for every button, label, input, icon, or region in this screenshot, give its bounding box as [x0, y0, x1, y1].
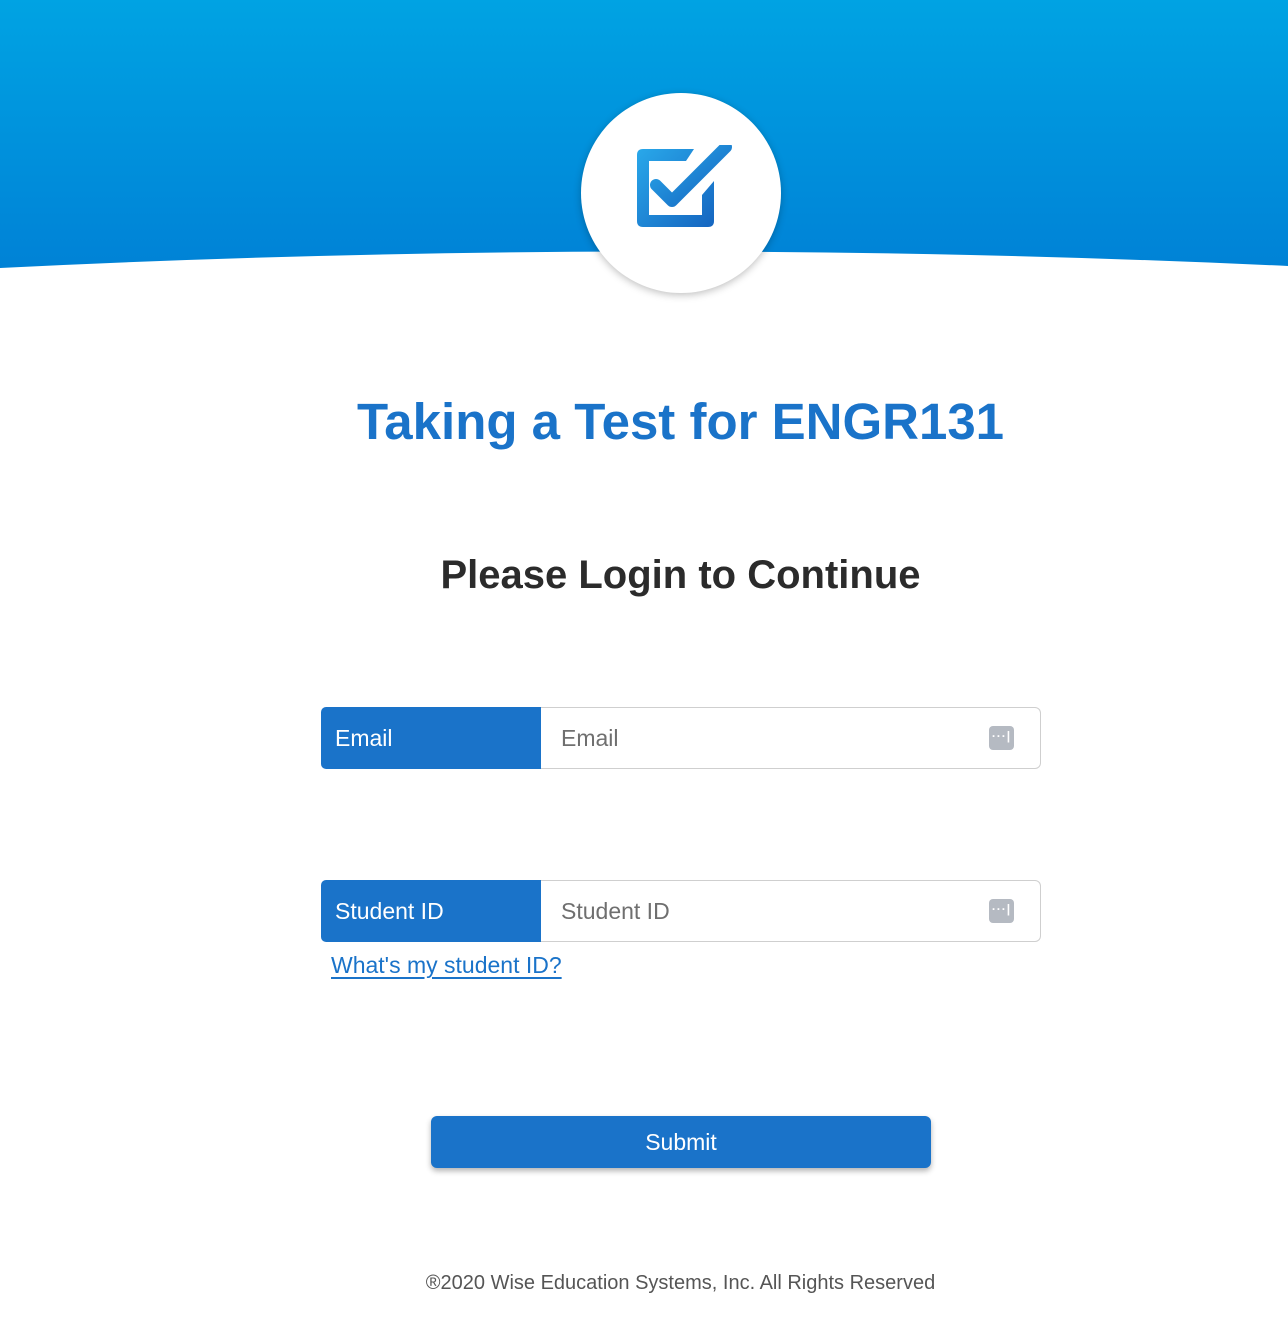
checkbox-checked-icon	[637, 145, 732, 227]
submit-button[interactable]: Submit	[431, 1116, 931, 1168]
login-page: Taking a Test for ENGR131 Please Login t…	[0, 0, 1288, 1333]
student-id-label: Student ID	[321, 880, 541, 942]
login-subtitle: Please Login to Continue	[440, 553, 921, 597]
student-id-input-wrapper: ···|	[541, 880, 1041, 942]
copyright-footer: ®2020 Wise Education Systems, Inc. All R…	[425, 1272, 936, 1294]
student-id-field-group: Student ID ···|	[321, 880, 1041, 942]
page-title: Taking a Test for ENGR131	[356, 393, 1005, 450]
email-label: Email	[321, 707, 541, 769]
password-manager-icon[interactable]: ···|	[989, 726, 1014, 750]
password-manager-icon[interactable]: ···|	[989, 899, 1014, 923]
email-field-group: Email ···|	[321, 707, 1041, 769]
student-id-input[interactable]	[541, 881, 1040, 941]
email-input-wrapper: ···|	[541, 707, 1041, 769]
email-input[interactable]	[541, 708, 1040, 768]
logo-badge	[581, 93, 781, 293]
student-id-help-link[interactable]: What's my student ID?	[331, 952, 562, 979]
